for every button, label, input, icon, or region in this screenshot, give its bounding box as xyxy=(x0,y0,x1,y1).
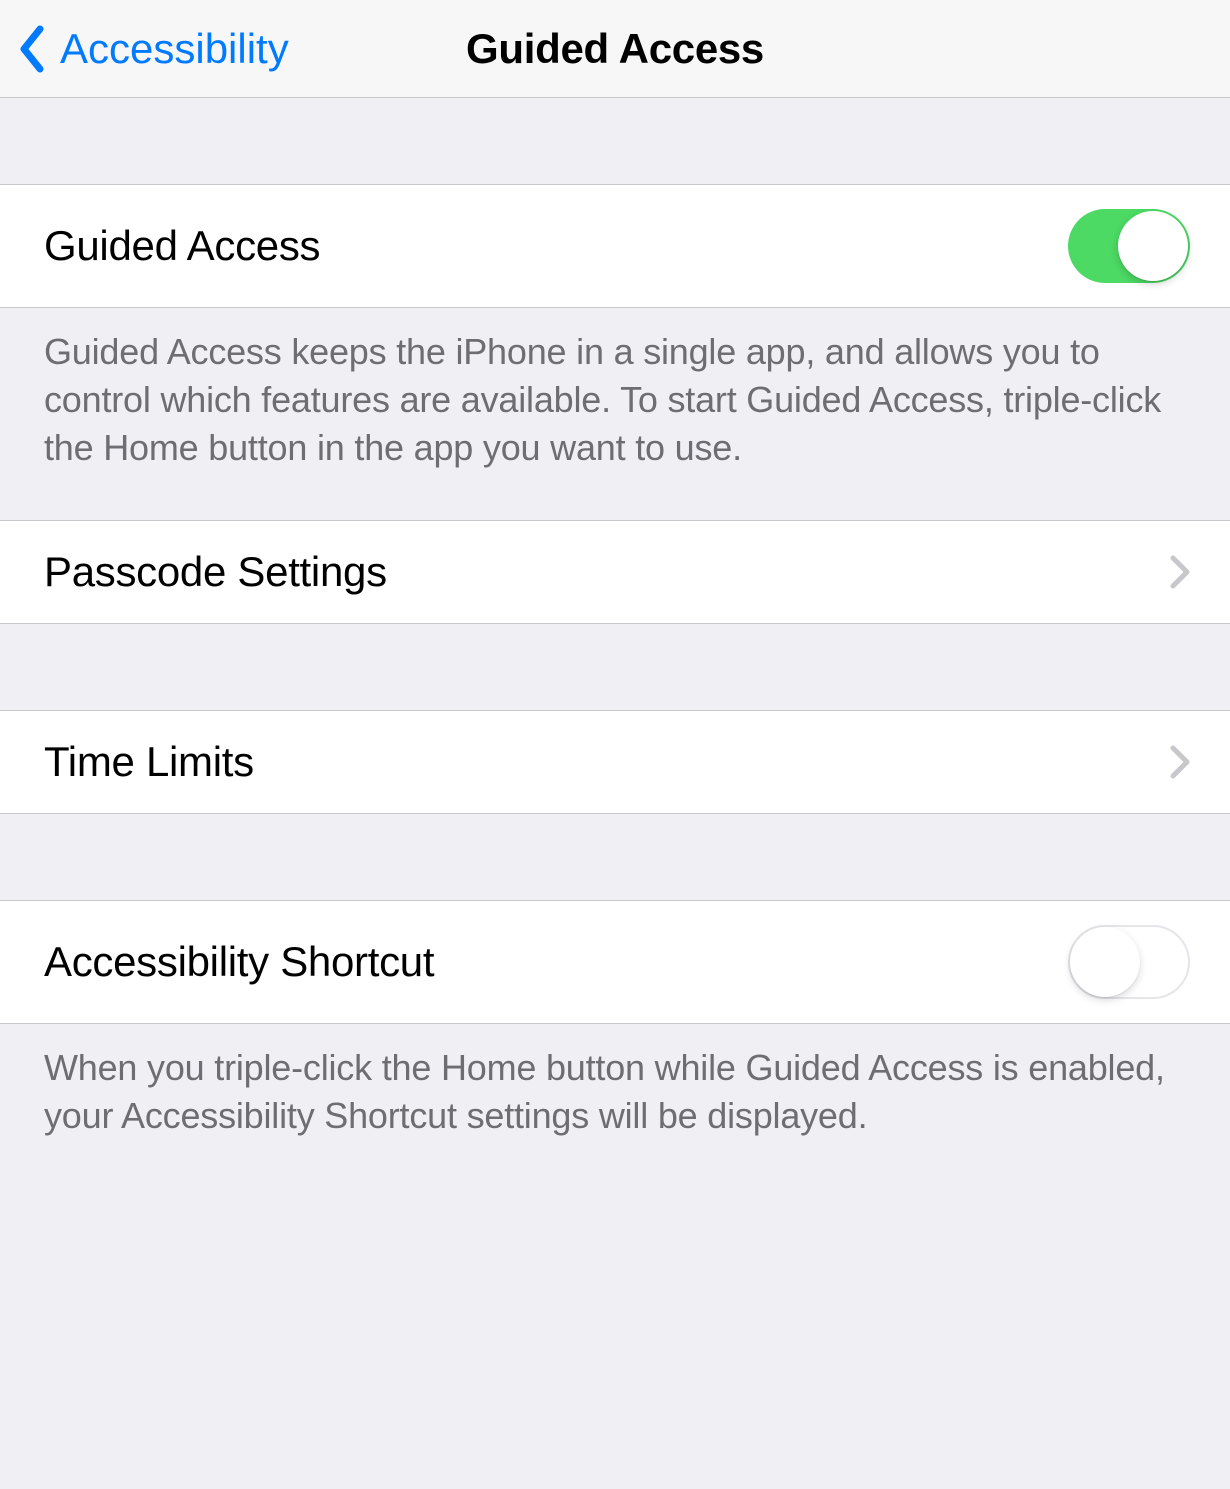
navbar: Accessibility Guided Access xyxy=(0,0,1230,98)
guided-access-footer: Guided Access keeps the iPhone in a sing… xyxy=(0,308,1230,500)
page-title: Guided Access xyxy=(466,25,764,73)
time-limits-row[interactable]: Time Limits xyxy=(0,710,1230,814)
accessibility-shortcut-label: Accessibility Shortcut xyxy=(44,938,434,986)
chevron-right-icon xyxy=(1170,745,1190,779)
back-button[interactable]: Accessibility xyxy=(0,0,289,97)
guided-access-row: Guided Access xyxy=(0,184,1230,308)
accessibility-shortcut-toggle[interactable] xyxy=(1068,925,1190,999)
accessibility-shortcut-row: Accessibility Shortcut xyxy=(0,900,1230,1024)
accessibility-shortcut-footer: When you triple-click the Home button wh… xyxy=(0,1024,1230,1168)
toggle-knob xyxy=(1118,211,1188,281)
time-limits-label: Time Limits xyxy=(44,738,254,786)
section-gap xyxy=(0,624,1230,710)
guided-access-label: Guided Access xyxy=(44,222,320,270)
chevron-left-icon xyxy=(18,25,46,73)
guided-access-toggle[interactable] xyxy=(1068,209,1190,283)
section-gap xyxy=(0,98,1230,184)
section-gap xyxy=(0,814,1230,900)
passcode-settings-row[interactable]: Passcode Settings xyxy=(0,520,1230,624)
passcode-settings-label: Passcode Settings xyxy=(44,548,387,596)
back-label: Accessibility xyxy=(60,25,289,73)
toggle-knob xyxy=(1070,927,1140,997)
chevron-right-icon xyxy=(1170,555,1190,589)
